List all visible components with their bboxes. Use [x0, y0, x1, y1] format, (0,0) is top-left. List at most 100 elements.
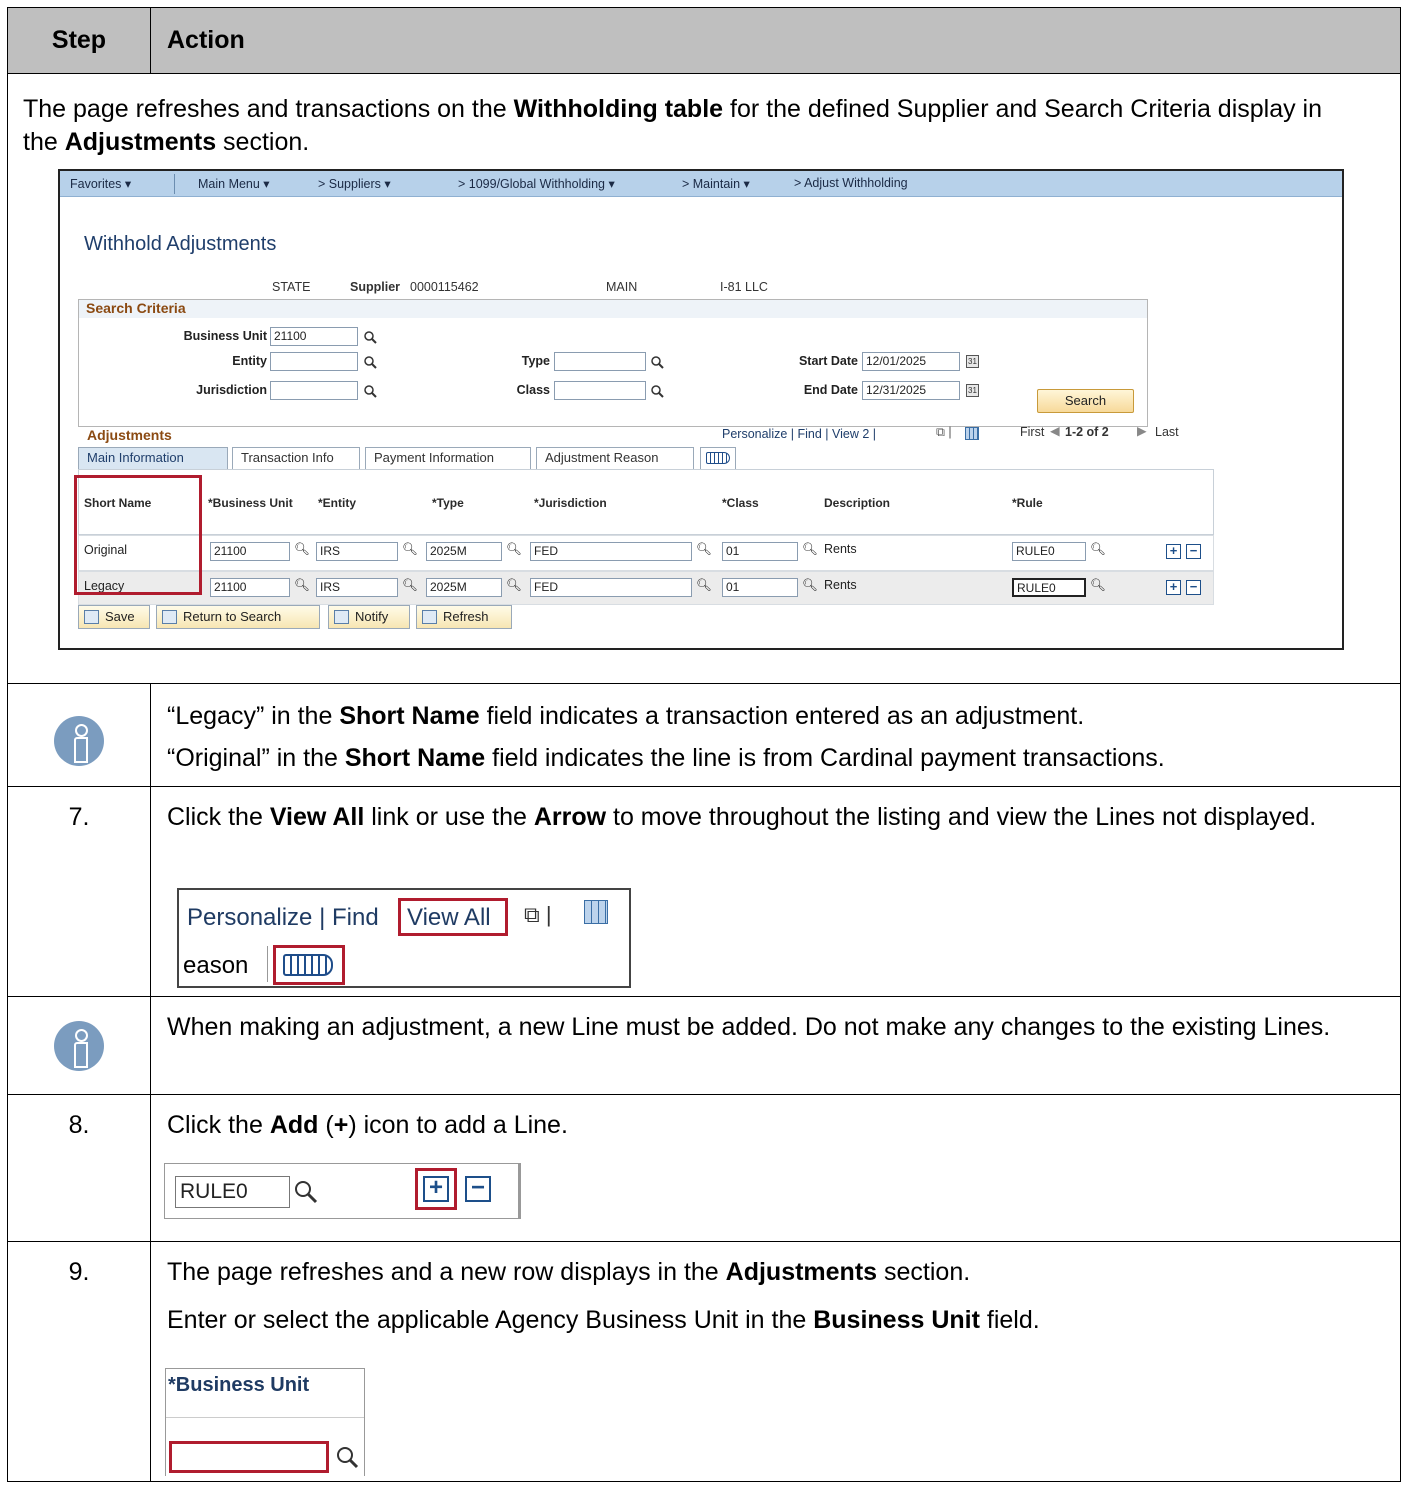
withhold-adjustments-screenshot: Favorites ▾ Main Menu ▾ > Suppliers ▾ > …	[58, 169, 1344, 650]
grid-tools[interactable]: Personalize | Find | View 2 |	[722, 427, 876, 441]
row-entity-input[interactable]: IRS	[316, 578, 398, 597]
crop-eason-text: eason	[183, 952, 249, 979]
search-button[interactable]: Search	[1037, 389, 1134, 413]
grid-download-icon[interactable]	[965, 427, 979, 440]
start-date-input[interactable]: 12/01/2025	[862, 352, 960, 371]
grid-next-icon[interactable]: ▶	[1137, 423, 1147, 438]
col-type: *Type	[432, 496, 464, 510]
lookup-icon[interactable]: 🔍︎	[696, 542, 712, 557]
type-label: Type	[521, 354, 550, 368]
note-text: “Legacy” in the	[167, 702, 340, 730]
intro-text: The page refreshes and transactions on t…	[23, 93, 1343, 159]
grid-last[interactable]: Last	[1155, 425, 1179, 439]
nav-main-menu[interactable]: Main Menu ▾	[198, 176, 270, 191]
row-bu-input[interactable]: 21100	[210, 542, 290, 561]
popout-icon[interactable]: ⧉ |	[524, 902, 552, 928]
nav-adjust-withholding[interactable]: > Adjust Withholding	[794, 176, 908, 190]
lookup-icon[interactable]: 🔍︎	[402, 578, 418, 593]
end-date-calendar-icon[interactable]: 31	[966, 384, 979, 397]
notify-button[interactable]: Notify	[328, 605, 410, 629]
instr-text: field.	[979, 1306, 1040, 1334]
instr-text: ) icon to add a Line.	[348, 1111, 568, 1139]
jurisdiction-input[interactable]	[270, 381, 358, 400]
nav-1099-global-withholding[interactable]: > 1099/Global Withholding ▾	[458, 176, 615, 191]
class-input[interactable]	[554, 381, 646, 400]
grid-prev-icon[interactable]: ◀	[1050, 423, 1060, 438]
tab-main-information[interactable]: Main Information	[78, 447, 228, 469]
row-rule-input[interactable]: RULE0	[1012, 542, 1086, 561]
business-unit-input[interactable]	[169, 1441, 329, 1473]
class-lookup-icon[interactable]	[650, 384, 664, 398]
col-jurisdiction: *Jurisdiction	[534, 496, 607, 510]
search-criteria-header-bg	[79, 300, 1147, 318]
step-7-row: 7. Click the View All link or use the Ar…	[8, 786, 1400, 996]
delete-row-icon[interactable]: −	[1186, 580, 1201, 595]
jurisdiction-lookup-icon[interactable]	[363, 384, 377, 398]
delete-row-icon[interactable]: −	[1186, 544, 1201, 559]
entity-lookup-icon[interactable]	[363, 355, 377, 369]
add-icon-screenshot: RULE0 + −	[164, 1163, 521, 1219]
lookup-icon[interactable]: 🔍︎	[506, 542, 522, 557]
end-date-input[interactable]: 12/31/2025	[862, 381, 960, 400]
instr-text: to move throughout the listing and view …	[606, 803, 1317, 831]
return-to-search-button[interactable]: Return to Search	[156, 605, 320, 629]
download-grid-icon[interactable]	[584, 900, 608, 924]
row-type-input[interactable]: 2025M	[426, 542, 502, 561]
nav-maintain[interactable]: > Maintain ▾	[682, 176, 750, 191]
view-all-highlight	[398, 898, 508, 936]
lookup-icon[interactable]: 🔍︎	[506, 578, 522, 593]
note-text: field indicates a transaction entered as…	[479, 702, 1085, 730]
lookup-icon[interactable]: 🔍︎	[294, 542, 310, 557]
row-description: Rents	[824, 542, 857, 556]
setid-value: STATE	[272, 280, 311, 294]
add-row-icon[interactable]: +	[1166, 544, 1181, 559]
class-label: Class	[516, 383, 550, 397]
start-date-calendar-icon[interactable]: 31	[966, 355, 979, 368]
row-jurisdiction-input[interactable]: FED	[530, 578, 692, 597]
grid-popout-icon[interactable]: ⧉ |	[936, 425, 952, 440]
row-class-input[interactable]: 01	[722, 578, 798, 597]
tab-adjustment-reason[interactable]: Adjustment Reason	[536, 447, 694, 469]
info-icon	[54, 716, 104, 766]
row-jurisdiction-input[interactable]: FED	[530, 542, 692, 561]
entity-input[interactable]	[270, 352, 358, 371]
lookup-icon[interactable]: 🔍︎	[802, 542, 818, 557]
nav-favorites[interactable]: Favorites ▾	[70, 176, 131, 191]
lookup-icon[interactable]: 🔍︎	[802, 578, 818, 593]
lookup-icon[interactable]	[293, 1179, 319, 1205]
lookup-icon[interactable]: 🔍︎	[696, 578, 712, 593]
row-type-input[interactable]: 2025M	[426, 578, 502, 597]
type-input[interactable]	[554, 352, 646, 371]
row-rule-input[interactable]: RULE0	[1012, 578, 1086, 597]
nav-suppliers[interactable]: > Suppliers ▾	[318, 176, 391, 191]
lookup-icon[interactable]: 🔍︎	[1090, 578, 1106, 593]
instr-text: link or use the	[364, 803, 534, 831]
show-all-columns-icon[interactable]	[700, 447, 736, 469]
lookup-icon[interactable]: 🔍︎	[1090, 542, 1106, 557]
lookup-icon[interactable]: 🔍︎	[294, 578, 310, 593]
add-row-icon[interactable]: +	[1166, 580, 1181, 595]
bu-input[interactable]: 21100	[270, 327, 358, 346]
bu-lookup-icon[interactable]	[363, 330, 377, 344]
type-lookup-icon[interactable]	[650, 355, 664, 369]
delete-row-icon[interactable]: −	[465, 1176, 491, 1202]
nav-bar: Favorites ▾ Main Menu ▾ > Suppliers ▾ > …	[60, 171, 1342, 197]
col-rule: *Rule	[1012, 496, 1043, 510]
tab-transaction-info[interactable]: Transaction Info	[232, 447, 360, 469]
row-entity-input[interactable]: IRS	[316, 542, 398, 561]
supplier-id: 0000115462	[410, 280, 479, 294]
instr-bold: View All	[269, 803, 365, 831]
row-class-input[interactable]: 01	[722, 542, 798, 561]
save-button[interactable]: Save	[78, 605, 150, 629]
instr-bold: Business Unit	[813, 1306, 980, 1334]
refresh-button[interactable]: Refresh	[416, 605, 512, 629]
lookup-icon[interactable]: 🔍︎	[402, 542, 418, 557]
instr-text: section.	[877, 1258, 971, 1286]
rule-field[interactable]: RULE0	[175, 1176, 290, 1208]
lookup-icon[interactable]	[335, 1445, 359, 1469]
grid-first[interactable]: First	[1020, 425, 1044, 439]
supplier-location: MAIN	[606, 280, 638, 294]
tab-payment-information[interactable]: Payment Information	[365, 447, 531, 469]
step-9-row: 9. The page refreshes and a new row disp…	[8, 1241, 1400, 1481]
row-bu-input[interactable]: 21100	[210, 578, 290, 597]
